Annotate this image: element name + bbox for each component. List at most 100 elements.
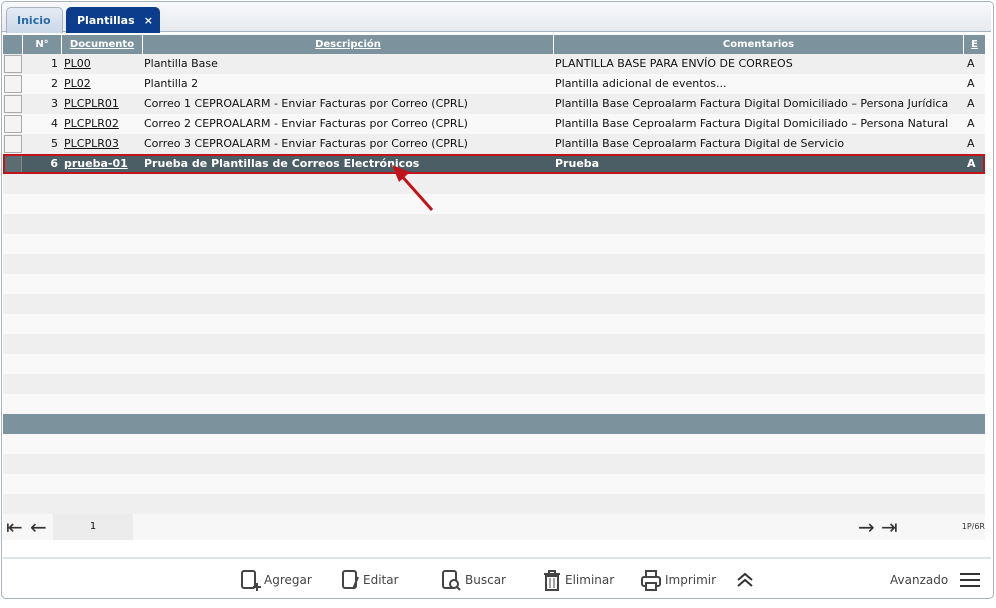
col-estado-label: E xyxy=(971,39,978,50)
row-checkbox[interactable] xyxy=(4,75,22,93)
page-number[interactable]: 1 xyxy=(53,514,133,540)
table-row[interactable]: 3 PLCPLR01 Correo 1 CEPROALARM - Enviar … xyxy=(3,94,985,114)
row-checkbox-cell xyxy=(3,114,23,134)
tab-plantillas[interactable]: Plantillas × xyxy=(66,7,160,33)
table-header: N° Documento Descripción Comentarios E xyxy=(3,35,985,54)
row-number: 2 xyxy=(51,77,58,90)
empty-row xyxy=(3,494,985,514)
table-row[interactable]: 5 PLCPLR03 Correo 3 CEPROALARM - Enviar … xyxy=(3,134,985,154)
add-icon xyxy=(241,570,261,591)
templates-table: N° Documento Descripción Comentarios E 1… xyxy=(3,35,985,174)
tab-inicio[interactable]: Inicio xyxy=(6,7,63,33)
row-checkbox-cell xyxy=(3,74,23,94)
comments-cell: Plantilla Base Ceproalarm Factura Digita… xyxy=(555,97,949,110)
add-label: Agregar xyxy=(264,573,312,587)
prev-page-icon[interactable]: ← xyxy=(30,514,47,540)
empty-row xyxy=(3,214,985,234)
row-checkbox[interactable] xyxy=(4,95,22,113)
col-num: N° xyxy=(23,35,62,54)
table-row[interactable]: 2 PL02 Plantilla 2 Plantilla adicional d… xyxy=(3,74,985,94)
pager: ⇤ ← 1 → ⇥ 1P/6R xyxy=(3,514,985,540)
divider xyxy=(3,557,991,559)
empty-row xyxy=(3,414,985,434)
empty-row xyxy=(3,334,985,354)
menu-icon xyxy=(960,573,981,587)
document-link[interactable]: PL02 xyxy=(62,74,143,94)
row-checkbox-cell xyxy=(3,54,23,74)
trash-icon xyxy=(544,570,560,591)
col-documento-label: Documento xyxy=(69,39,135,50)
description-cell: Correo 1 CEPROALARM - Enviar Facturas po… xyxy=(144,97,468,110)
add-button[interactable]: Agregar xyxy=(241,568,312,592)
status-cell: A xyxy=(967,117,975,130)
row-checkbox-cell xyxy=(3,154,23,174)
description-cell: Plantilla 2 xyxy=(144,77,199,90)
document-link[interactable]: PLCPLR03 xyxy=(62,134,143,154)
col-comentarios: Comentarios xyxy=(554,35,964,54)
next-page-icon[interactable]: → xyxy=(858,514,875,540)
row-checkbox[interactable] xyxy=(4,115,22,133)
delete-button[interactable]: Eliminar xyxy=(542,568,614,592)
empty-row xyxy=(3,234,985,254)
printer-icon xyxy=(641,570,661,591)
print-button[interactable]: Imprimir xyxy=(641,568,716,592)
search-button[interactable]: Buscar xyxy=(442,568,506,592)
select-all-header[interactable] xyxy=(3,35,23,54)
col-estado[interactable]: E xyxy=(964,35,985,54)
search-label: Buscar xyxy=(465,573,506,587)
row-number: 3 xyxy=(51,97,58,110)
print-label: Imprimir xyxy=(665,573,717,587)
empty-row xyxy=(3,174,985,194)
table-row[interactable]: 1 PL00 Plantilla Base PLANTILLA BASE PAR… xyxy=(3,54,985,74)
last-page-icon[interactable]: ⇥ xyxy=(881,514,898,540)
row-number: 1 xyxy=(51,57,58,70)
empty-row xyxy=(3,274,985,294)
document-link[interactable]: PL00 xyxy=(62,54,143,74)
col-descripcion[interactable]: Descripción xyxy=(143,35,554,54)
edit-label: Editar xyxy=(363,573,399,587)
document-link[interactable]: PLCPLR01 xyxy=(62,94,143,114)
search-icon xyxy=(442,570,461,591)
status-cell: A xyxy=(967,57,975,70)
empty-row xyxy=(3,354,985,374)
col-descripcion-label: Descripción xyxy=(315,39,381,50)
document-link[interactable]: prueba-01 xyxy=(62,154,143,174)
status-cell: A xyxy=(967,77,975,90)
delete-label: Eliminar xyxy=(565,573,615,587)
edit-button[interactable]: Editar xyxy=(342,568,399,592)
close-icon[interactable]: × xyxy=(144,8,153,34)
row-checkbox-cell xyxy=(3,134,23,154)
comments-cell: Plantilla Base Ceproalarm Factura Digita… xyxy=(555,137,845,150)
col-documento[interactable]: Documento xyxy=(62,35,143,54)
record-count: 1P/6R xyxy=(961,522,985,531)
status-cell: A xyxy=(967,97,975,110)
row-number: 5 xyxy=(51,137,58,150)
row-checkbox[interactable] xyxy=(4,155,22,173)
row-checkbox[interactable] xyxy=(4,55,22,73)
comments-cell: PLANTILLA BASE PARA ENVÍO DE CORREOS xyxy=(555,57,793,70)
status-cell: A xyxy=(967,157,976,170)
row-number: 6 xyxy=(50,157,58,170)
row-checkbox-cell xyxy=(3,94,23,114)
advanced-label: Avanzado xyxy=(890,573,949,587)
row-checkbox[interactable] xyxy=(4,135,22,153)
edit-icon xyxy=(342,570,359,590)
comments-cell: Plantilla Base Ceproalarm Factura Digita… xyxy=(555,117,949,130)
table-row[interactable]: 6 prueba-01 Prueba de Plantillas de Corr… xyxy=(3,154,985,174)
description-cell: Plantilla Base xyxy=(144,57,218,70)
collapse-button[interactable] xyxy=(735,568,758,592)
row-number: 4 xyxy=(51,117,58,130)
description-cell: Prueba de Plantillas de Correos Electrón… xyxy=(144,157,420,170)
double-chevron-up-icon xyxy=(737,572,753,587)
comments-cell: Plantilla adicional de eventos... xyxy=(555,77,727,90)
empty-row xyxy=(3,374,985,394)
first-page-icon[interactable]: ⇤ xyxy=(6,514,23,540)
tab-bar: Inicio Plantillas × xyxy=(2,2,991,33)
document-link[interactable]: PLCPLR02 xyxy=(62,114,143,134)
advanced-button[interactable]: Avanzado xyxy=(890,568,983,592)
comments-cell: Prueba xyxy=(555,157,600,170)
table-row[interactable]: 4 PLCPLR02 Correo 2 CEPROALARM - Enviar … xyxy=(3,114,985,134)
description-cell: Correo 2 CEPROALARM - Enviar Facturas po… xyxy=(144,117,468,130)
empty-row xyxy=(3,314,985,334)
empty-row xyxy=(3,194,985,214)
